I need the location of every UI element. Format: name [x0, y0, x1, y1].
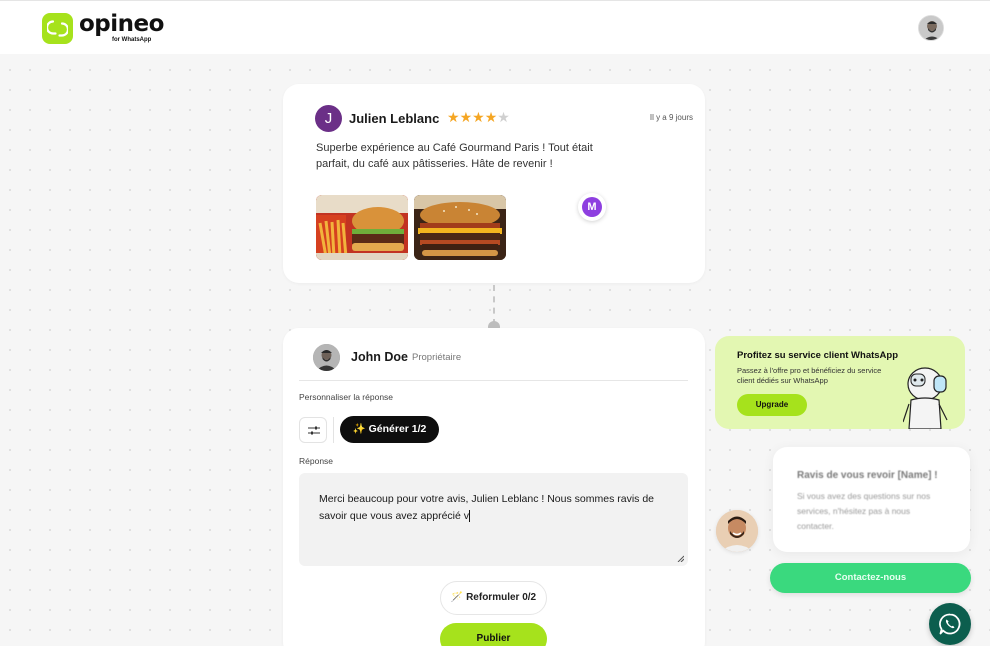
reformulate-button[interactable]: 🪄 Reformuler 0/2 [440, 581, 547, 615]
support-agent-avatar [716, 510, 758, 552]
review-photo-burger-fries[interactable] [316, 195, 408, 260]
response-label: Réponse [299, 456, 334, 466]
sliders-icon [308, 426, 320, 435]
whatsapp-icon [939, 613, 961, 635]
chat-title: Ravis de vous revoir [Name] ! [797, 470, 938, 481]
upgrade-promo-card: Profitez su service client WhatsApp Pass… [715, 336, 965, 429]
top-bar: opineo for WhatsApp [0, 0, 990, 54]
thread-connector [493, 285, 495, 325]
publish-button[interactable]: Publier [440, 623, 547, 646]
resize-handle-icon[interactable] [677, 555, 684, 562]
logo-text[interactable]: opineo [79, 11, 164, 37]
upgrade-button[interactable]: Upgrade [737, 394, 807, 416]
star-icon: ★ [484, 109, 498, 125]
floating-user-badge[interactable]: M [578, 193, 606, 221]
toolbar-separator [333, 417, 334, 443]
divider [299, 380, 688, 381]
star-icon: ★ [459, 109, 473, 125]
contact-us-button[interactable]: Contactez-nous [770, 563, 971, 593]
star-rating: ★★★★★ [447, 109, 510, 126]
generate-button[interactable]: ✨ Générer 1/2 [340, 416, 439, 443]
whatsapp-chat-button[interactable] [929, 603, 971, 645]
star-icon: ★ [472, 109, 485, 125]
reviewer-avatar: J [315, 105, 342, 132]
owner-avatar [313, 344, 340, 371]
customize-label: Personnaliser la réponse [299, 392, 394, 402]
chat-text: Si vous avez des questions sur nos servi… [797, 491, 931, 531]
review-text: Superbe expérience au Café Gourmand Pari… [316, 142, 593, 170]
floating-badge-initial: M [582, 197, 602, 217]
user-avatar[interactable] [918, 15, 944, 41]
chat-popup: Ravis de vous revoir [Name] ! Si vous av… [773, 447, 970, 552]
star-empty-icon: ★ [497, 109, 510, 125]
reply-card: John Doe Propriétaire Personnaliser la r… [283, 328, 705, 646]
response-text: Merci beaucoup pour votre avis, Julien L… [319, 493, 654, 522]
text-caret [469, 510, 470, 522]
review-photo-bacon-burger[interactable] [414, 195, 506, 260]
review-card: J Julien Leblanc ★★★★★ Il y a 9 jours Su… [283, 84, 705, 283]
promo-title: Profitez su service client WhatsApp [737, 350, 899, 361]
owner-role: Propriétaire [412, 352, 462, 363]
robot-illustration-icon [903, 367, 948, 429]
reviewer-name: Julien Leblanc [349, 111, 440, 126]
promo-text: Passez à l'offre pro et bénéficiez du se… [737, 366, 882, 385]
response-textarea[interactable]: Merci beaucoup pour votre avis, Julien L… [299, 473, 688, 566]
logo-subtitle: for WhatsApp [112, 37, 152, 43]
settings-sliders-button[interactable] [299, 417, 327, 443]
opineo-logo-icon[interactable] [42, 13, 73, 44]
review-date: Il y a 9 jours [649, 113, 693, 122]
star-icon: ★ [447, 109, 460, 125]
owner-name: John Doe [351, 350, 408, 364]
